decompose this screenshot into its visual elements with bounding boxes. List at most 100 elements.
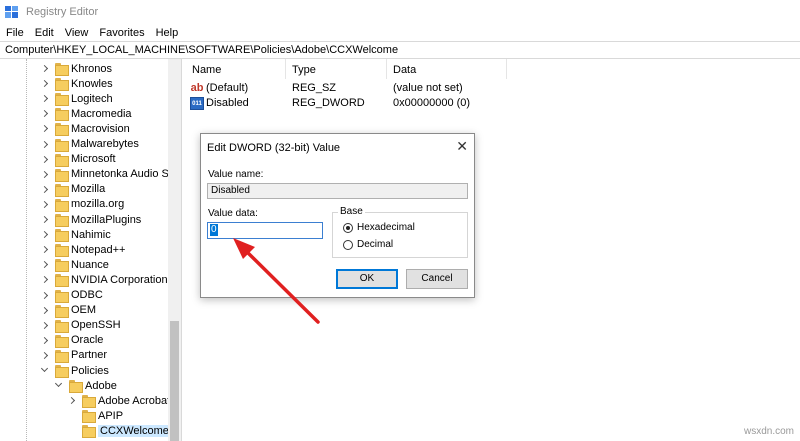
tree-item[interactable]: Minnetonka Audio So [40,167,175,182]
chevron-right-icon[interactable] [40,348,50,363]
folder-icon [55,349,69,363]
folder-icon [82,410,96,424]
chevron-right-icon[interactable] [40,333,50,348]
tree-item[interactable]: Nuance [40,257,109,273]
folder-icon [55,108,69,122]
address-bar[interactable]: Computer\HKEY_LOCAL_MACHINE\SOFTWARE\Pol… [0,41,800,59]
chevron-right-icon[interactable] [67,393,77,408]
chevron-right-icon[interactable] [40,182,50,197]
tree-item[interactable]: APIP [67,408,123,424]
chevron-right-icon[interactable] [40,137,50,152]
tree-item[interactable]: Notepad++ [40,242,126,258]
tree-item[interactable]: Adobe [54,378,117,394]
tree-item-label: Khronos [71,62,112,75]
menu-view[interactable]: View [65,27,89,39]
chevron-right-icon[interactable] [40,227,50,242]
radio-selected-icon [343,222,353,233]
chevron-right-icon[interactable] [40,106,50,121]
registry-editor-icon [5,6,18,18]
tree-item-label: Knowles [71,77,113,90]
tree-item[interactable]: Nahimic [40,227,111,243]
column-type-header[interactable]: Type [286,59,387,79]
tree-item-label: Partner [71,349,108,362]
chevron-down-icon[interactable] [54,378,64,393]
chevron-right-icon[interactable] [40,257,50,272]
tree-item-label: Malwarebytes [71,138,139,150]
column-name-header[interactable]: Name [186,59,286,79]
value-name-label: Value name: [208,169,264,180]
chevron-right-icon[interactable] [40,76,50,91]
folder-icon [55,183,69,197]
column-data-header[interactable]: Data [387,59,507,79]
tree-item-label: CCXWelcome [98,424,171,437]
title-bar: Registry Editor [0,0,800,24]
tree-item[interactable]: Partner [40,348,107,363]
decimal-radio[interactable]: Decimal [343,239,393,250]
folder-icon [55,244,69,258]
value-name-field: Disabled [207,183,468,199]
tree-item[interactable]: NVIDIA Corporation [40,272,168,288]
value-row-default[interactable]: ab (Default) REG_SZ (value not set) [186,81,800,97]
tree-item[interactable]: Malwarebytes [40,137,139,152]
tree-item[interactable]: Policies [40,363,109,378]
menu-file[interactable]: File [6,27,24,39]
tree-item-label: Logitech [71,92,113,105]
folder-icon [55,289,69,303]
ok-button[interactable]: OK [336,269,398,289]
tree-item[interactable]: OpenSSH [40,318,121,333]
folder-icon [69,380,83,394]
chevron-right-icon[interactable] [40,272,50,287]
menu-edit[interactable]: Edit [35,27,54,39]
tree-item[interactable]: Macrovision [40,121,130,137]
tree-item[interactable]: Adobe Acrobat [67,393,170,409]
chevron-right-icon[interactable] [40,318,50,333]
folder-icon [55,274,69,288]
chevron-right-icon[interactable] [40,212,50,227]
menu-favorites[interactable]: Favorites [99,27,144,39]
tree-item[interactable]: Khronos [40,61,112,76]
value-row-disabled[interactable]: 011 Disabled REG_DWORD 0x00000000 (0) [186,96,800,112]
tree-item[interactable]: Mozilla [40,182,105,197]
hexadecimal-radio[interactable]: Hexadecimal [343,222,415,233]
watermark: wsxdn.com [743,426,794,437]
tree-item[interactable]: Logitech [40,91,113,107]
tree-item[interactable]: mozilla.org [40,197,124,212]
chevron-down-icon[interactable] [40,363,50,378]
tree-item[interactable]: Microsoft [40,152,116,167]
tree-item[interactable]: Knowles [40,76,113,92]
chevron-right-icon[interactable] [40,152,50,167]
edit-dword-dialog: Edit DWORD (32-bit) Value ✕ Value name: … [200,133,475,298]
window-title: Registry Editor [26,6,99,18]
chevron-right-icon[interactable] [40,288,50,303]
folder-icon [82,425,96,439]
cancel-button[interactable]: Cancel [406,269,468,289]
chevron-right-icon[interactable] [40,167,50,182]
tree-item[interactable]: Oracle [40,333,103,348]
tree-item[interactable]: OEM [40,303,96,318]
chevron-right-icon[interactable] [40,91,50,106]
chevron-right-icon[interactable] [40,303,50,318]
tree-item[interactable]: CCXWelcome [67,423,171,439]
chevron-right-icon[interactable] [40,197,50,212]
folder-icon [55,93,69,107]
folder-icon [55,229,69,243]
chevron-right-icon[interactable] [40,121,50,136]
folder-icon [55,123,69,137]
close-icon[interactable]: ✕ [456,138,468,155]
chevron-right-icon[interactable] [40,242,50,257]
tree-guide-line [26,59,27,441]
radio-unselected-icon [343,239,353,250]
menu-help[interactable]: Help [156,27,179,39]
tree-item[interactable]: MozillaPlugins [40,212,141,227]
tree-item-label: Minnetonka Audio So [71,168,175,181]
tree-item[interactable]: ODBC [40,288,103,303]
chevron-right-icon[interactable] [40,61,50,76]
value-data-input[interactable]: 0 [207,222,323,239]
value-data-text: 0 [209,223,219,237]
value-name: Disabled [206,97,249,109]
tree-scrollbar[interactable] [168,59,181,441]
tree-item[interactable]: Macromedia [40,106,132,122]
scrollbar-thumb[interactable] [170,321,179,441]
tree-item-label: Notepad++ [71,243,126,256]
